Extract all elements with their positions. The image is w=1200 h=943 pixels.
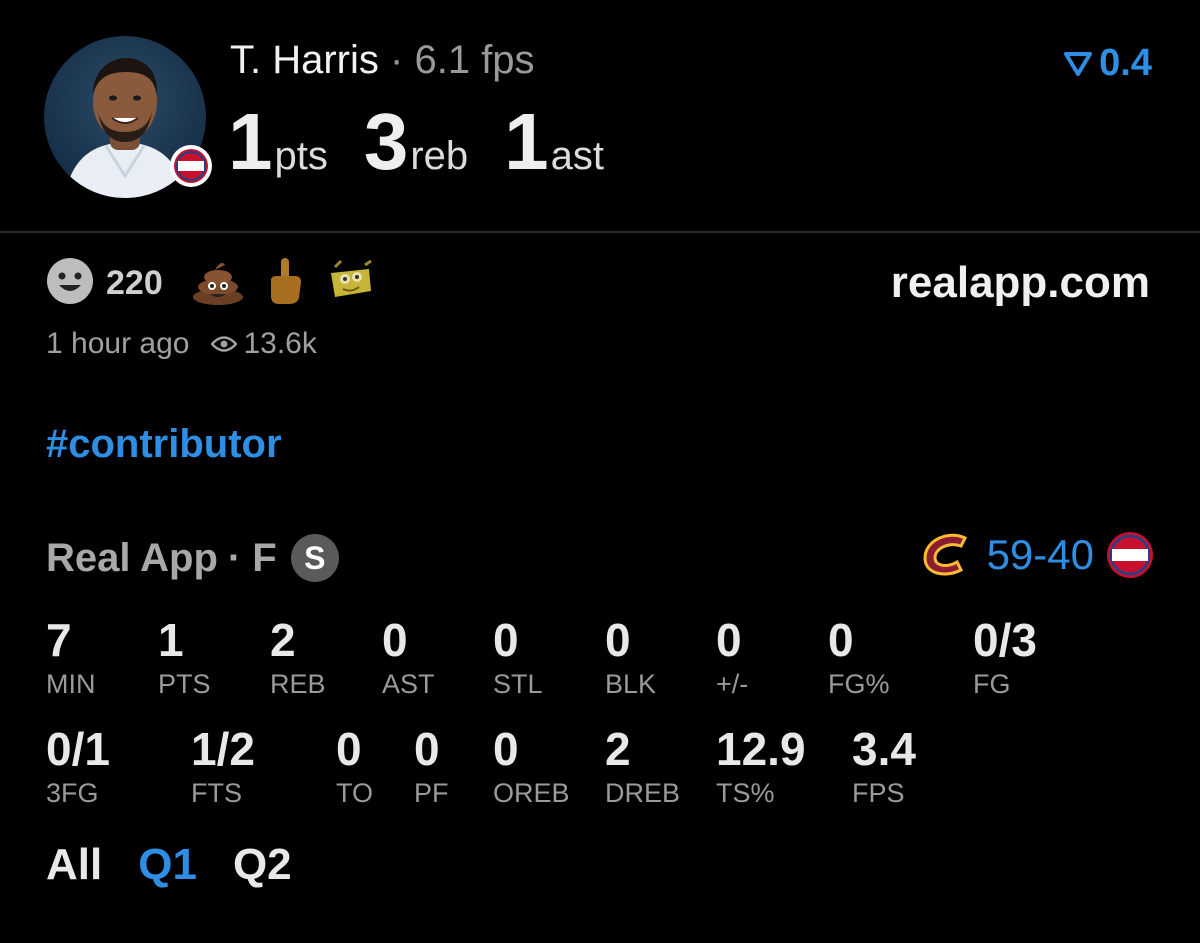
game-source[interactable]: Real App xyxy=(46,536,218,581)
home-score: 40 xyxy=(1047,531,1094,578)
stat-stl: 0 STL xyxy=(493,614,543,699)
reactions-bar: 220 xyxy=(46,256,375,311)
pistons-logo-icon xyxy=(1107,532,1153,578)
reb-unit: reb xyxy=(410,134,469,178)
player-name-line: T. Harris · 6.1 fps xyxy=(230,38,535,83)
stat-ts-pct: 12.9 TS% xyxy=(716,723,806,808)
game-score[interactable]: 59-40 xyxy=(919,530,1154,580)
stat-pts: 1 PTS xyxy=(158,614,211,699)
smile-face-icon[interactable] xyxy=(46,257,94,310)
stat-min: 7 MIN xyxy=(46,614,96,699)
player-fps-separator: · xyxy=(390,38,404,82)
pts-unit: pts xyxy=(274,134,328,178)
stat-fg: 0/3 FG xyxy=(973,614,1037,699)
section-divider xyxy=(0,231,1200,233)
ast-unit: ast xyxy=(550,134,605,178)
stat-dreb: 2 DREB xyxy=(605,723,681,808)
vote-button[interactable]: 0.4 xyxy=(1063,42,1152,85)
quarter-tabs: All Q1 Q2 xyxy=(46,840,292,890)
views-value: 13.6k xyxy=(243,327,317,360)
pts-value: 1 xyxy=(228,97,272,186)
player-fps: 6.1 fps xyxy=(414,38,535,82)
team-logo-badge xyxy=(170,145,212,187)
poop-icon[interactable] xyxy=(191,257,245,310)
player-statline: 1 pts 3 reb 1 ast xyxy=(228,96,640,188)
middle-finger-icon[interactable] xyxy=(265,256,305,311)
views-count: 13.6k xyxy=(211,327,317,361)
score-dash: - xyxy=(1033,531,1048,578)
downvote-icon xyxy=(1064,51,1093,76)
reaction-count: 220 xyxy=(106,264,163,302)
tab-q2[interactable]: Q2 xyxy=(233,840,292,890)
post-meta: 1 hour ago 13.6k xyxy=(46,327,317,361)
stat-fts: 1/2 FTS xyxy=(191,723,255,808)
site-link[interactable]: realapp.com xyxy=(891,258,1150,308)
post-time: 1 hour ago xyxy=(46,327,190,360)
tab-q1[interactable]: Q1 xyxy=(138,840,197,890)
stat-pf: 0 PF xyxy=(414,723,449,808)
score-text: 59-40 xyxy=(987,531,1094,579)
away-score: 59 xyxy=(986,531,1034,578)
vote-score: 0.4 xyxy=(1099,42,1152,84)
player-name[interactable]: T. Harris xyxy=(230,38,379,82)
stat-reb: 2 REB xyxy=(270,614,326,699)
game-source-line: Real App · F S xyxy=(46,534,339,582)
s-badge[interactable]: S xyxy=(290,534,339,582)
stat-fps: 3.4 FPS xyxy=(852,723,916,808)
stat-blk: 0 BLK xyxy=(605,614,657,699)
stat-ast: 0 AST xyxy=(382,614,435,699)
stat-3fg: 0/1 3FG xyxy=(46,723,110,808)
stat-oreb: 0 OREB xyxy=(493,723,570,808)
eye-icon xyxy=(211,336,238,352)
game-status: · F xyxy=(227,535,277,580)
tab-all[interactable]: All xyxy=(46,840,102,890)
pistons-logo-icon xyxy=(174,149,208,183)
stat-to: 0 TO xyxy=(336,723,374,808)
reb-value: 3 xyxy=(363,97,408,186)
spongebob-meme-icon[interactable] xyxy=(325,259,375,308)
hashtag-link[interactable]: #contributor xyxy=(46,422,282,467)
ast-value: 1 xyxy=(504,97,548,186)
stat-fg-pct: 0 FG% xyxy=(828,614,890,699)
stat-plus-minus: 0 +/- xyxy=(716,614,749,699)
cavaliers-logo-icon xyxy=(923,533,967,576)
